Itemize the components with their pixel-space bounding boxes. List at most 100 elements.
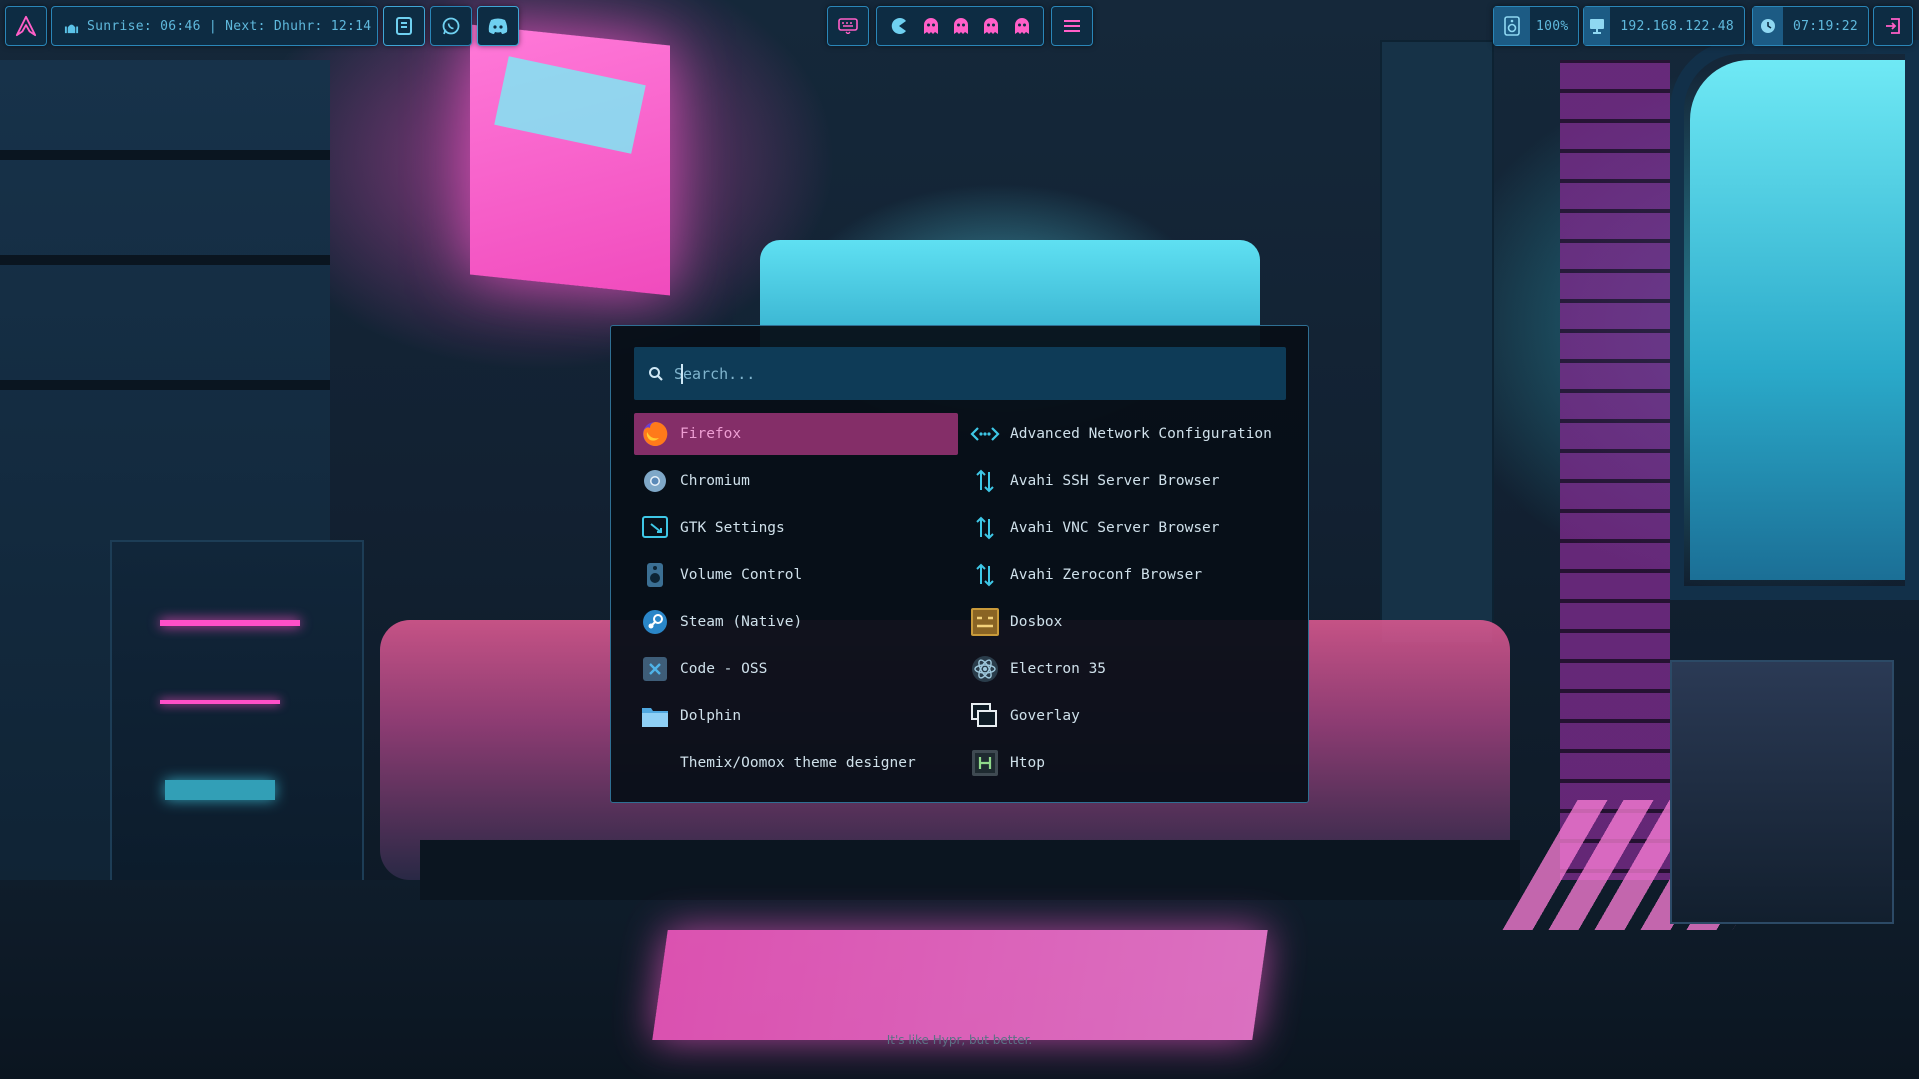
- speaker-icon: [1504, 16, 1520, 36]
- volume-widget[interactable]: 100%: [1493, 6, 1579, 46]
- workspace-switcher: [876, 6, 1044, 46]
- library-app-icon: [396, 17, 412, 35]
- app-item-htop[interactable]: Htop: [964, 742, 1288, 784]
- app-item-label: Themix/Oomox theme designer: [680, 755, 916, 771]
- wallpaper-neon-strip: [160, 700, 280, 704]
- wallpaper-shelf: [0, 380, 330, 390]
- whatsapp-icon: [442, 17, 460, 35]
- clock-icon-container: [1753, 7, 1783, 45]
- gtk-settings-icon: [640, 513, 670, 543]
- app-item-label: Htop: [1010, 755, 1045, 771]
- transfer-arrows-icon: [970, 513, 1000, 543]
- app-item-label: Firefox: [680, 426, 742, 442]
- firefox-icon: [640, 419, 670, 449]
- text-cursor: [681, 364, 683, 384]
- chromium-icon: [640, 466, 670, 496]
- network-icon-container: [1584, 7, 1611, 45]
- steam-icon: [640, 607, 670, 637]
- network-icon: [970, 419, 1000, 449]
- workspace-1-pacman-icon[interactable]: [890, 17, 908, 35]
- whatsapp-button[interactable]: [430, 6, 472, 46]
- wallpaper-neon-strip: [160, 620, 300, 626]
- app-item-dolphin[interactable]: Dolphin: [634, 695, 958, 737]
- htop-icon: [970, 748, 1000, 778]
- wallpaper-shelf: [0, 255, 330, 265]
- wallpaper-window-frame: [1670, 40, 1919, 600]
- app-launcher-window: Firefox Chromium GTK Settings Volume Con…: [610, 325, 1309, 803]
- volume-icon-container: [1494, 7, 1530, 45]
- app-item-label: Dolphin: [680, 708, 742, 724]
- app-item-label: Goverlay: [1010, 708, 1080, 724]
- app-item-label: Steam (Native): [680, 614, 803, 630]
- app-item-label: Electron 35: [1010, 661, 1107, 677]
- wallpaper-shelf: [0, 150, 330, 160]
- app-item-themix[interactable]: Themix/Oomox theme designer: [634, 742, 958, 784]
- monitor-icon: [1590, 19, 1605, 34]
- goverlay-icon: [970, 701, 1000, 731]
- network-widget[interactable]: 192.168.122.48: [1583, 6, 1745, 46]
- wallpaper-cyan-display: [165, 780, 275, 800]
- vscode-icon: [640, 654, 670, 684]
- app-item-code-oss[interactable]: Code - OSS: [634, 648, 958, 690]
- app-item-label: Avahi Zeroconf Browser: [1010, 567, 1203, 583]
- workspace-3-ghost-icon[interactable]: [953, 17, 969, 35]
- clock-icon: [1760, 19, 1775, 33]
- electron-icon: [970, 654, 1000, 684]
- discord-button[interactable]: [477, 6, 519, 46]
- transfer-arrows-icon: [970, 466, 1000, 496]
- keyboard-icon: [838, 18, 858, 34]
- clock-time: 07:19:22: [1792, 18, 1858, 34]
- prayer-times-text: Sunrise: 06:46 | Next: Dhuhr: 12:14: [87, 18, 372, 34]
- app-item-network-config[interactable]: Advanced Network Configuration: [964, 413, 1288, 455]
- app-item-electron[interactable]: Electron 35: [964, 648, 1288, 690]
- workspace-2-ghost-icon[interactable]: [923, 17, 939, 35]
- app-item-label: Chromium: [680, 473, 750, 489]
- app-item-label: Advanced Network Configuration: [1010, 426, 1272, 442]
- wallpaper-neon-poster: [470, 24, 670, 296]
- transfer-arrows-icon: [970, 560, 1000, 590]
- themix-icon-placeholder: [640, 748, 670, 778]
- app-item-avahi-ssh[interactable]: Avahi SSH Server Browser: [964, 460, 1288, 502]
- app-item-dosbox[interactable]: Dosbox: [964, 601, 1288, 643]
- discord-icon: [488, 18, 508, 34]
- wallpaper-nightstand: [1670, 660, 1894, 924]
- wallpaper-floor-light: [652, 930, 1268, 1040]
- arch-logo-icon: [15, 15, 37, 37]
- ip-address: 192.168.122.48: [1620, 18, 1734, 34]
- desktop-tagline: It's like Hypr, but better.: [886, 1033, 1033, 1047]
- wallpaper-bed-frame: [420, 840, 1520, 900]
- mosque-icon: [64, 24, 79, 33]
- hamburger-menu-icon: [1064, 20, 1080, 32]
- app-item-label: GTK Settings: [680, 520, 785, 536]
- app-item-goverlay[interactable]: Goverlay: [964, 695, 1288, 737]
- folder-icon: [640, 701, 670, 731]
- app-item-label: Dosbox: [1010, 614, 1063, 630]
- search-icon: [649, 366, 663, 381]
- menu-button[interactable]: [1051, 6, 1093, 46]
- app-item-label: Avahi VNC Server Browser: [1010, 520, 1220, 536]
- app-shortcut-button[interactable]: [383, 6, 425, 46]
- prayer-times-widget[interactable]: Sunrise: 06:46 | Next: Dhuhr: 12:14: [51, 6, 378, 46]
- app-item-avahi-zeroconf[interactable]: Avahi Zeroconf Browser: [964, 554, 1288, 596]
- app-item-avahi-vnc[interactable]: Avahi VNC Server Browser: [964, 507, 1288, 549]
- wallpaper-vent-door: [1380, 40, 1494, 644]
- workspace-5-ghost-icon[interactable]: [1014, 17, 1030, 35]
- app-item-steam[interactable]: Steam (Native): [634, 601, 958, 643]
- logout-button[interactable]: [1873, 6, 1913, 46]
- volume-level: 100%: [1536, 18, 1569, 34]
- app-item-firefox[interactable]: Firefox: [634, 413, 958, 455]
- clock-widget[interactable]: 07:19:22: [1752, 6, 1869, 46]
- search-bar[interactable]: [634, 347, 1286, 400]
- keyboard-button[interactable]: [827, 6, 869, 46]
- speaker-icon: [640, 560, 670, 590]
- dosbox-icon: [970, 607, 1000, 637]
- app-item-label: Code - OSS: [680, 661, 768, 677]
- logout-icon: [1886, 18, 1900, 34]
- workspace-4-ghost-icon[interactable]: [983, 17, 999, 35]
- app-item-chromium[interactable]: Chromium: [634, 460, 958, 502]
- app-item-label: Volume Control: [680, 567, 803, 583]
- app-item-volume-control[interactable]: Volume Control: [634, 554, 958, 596]
- app-item-gtk-settings[interactable]: GTK Settings: [634, 507, 958, 549]
- app-launcher-button[interactable]: [5, 6, 47, 46]
- search-input[interactable]: [672, 363, 1286, 384]
